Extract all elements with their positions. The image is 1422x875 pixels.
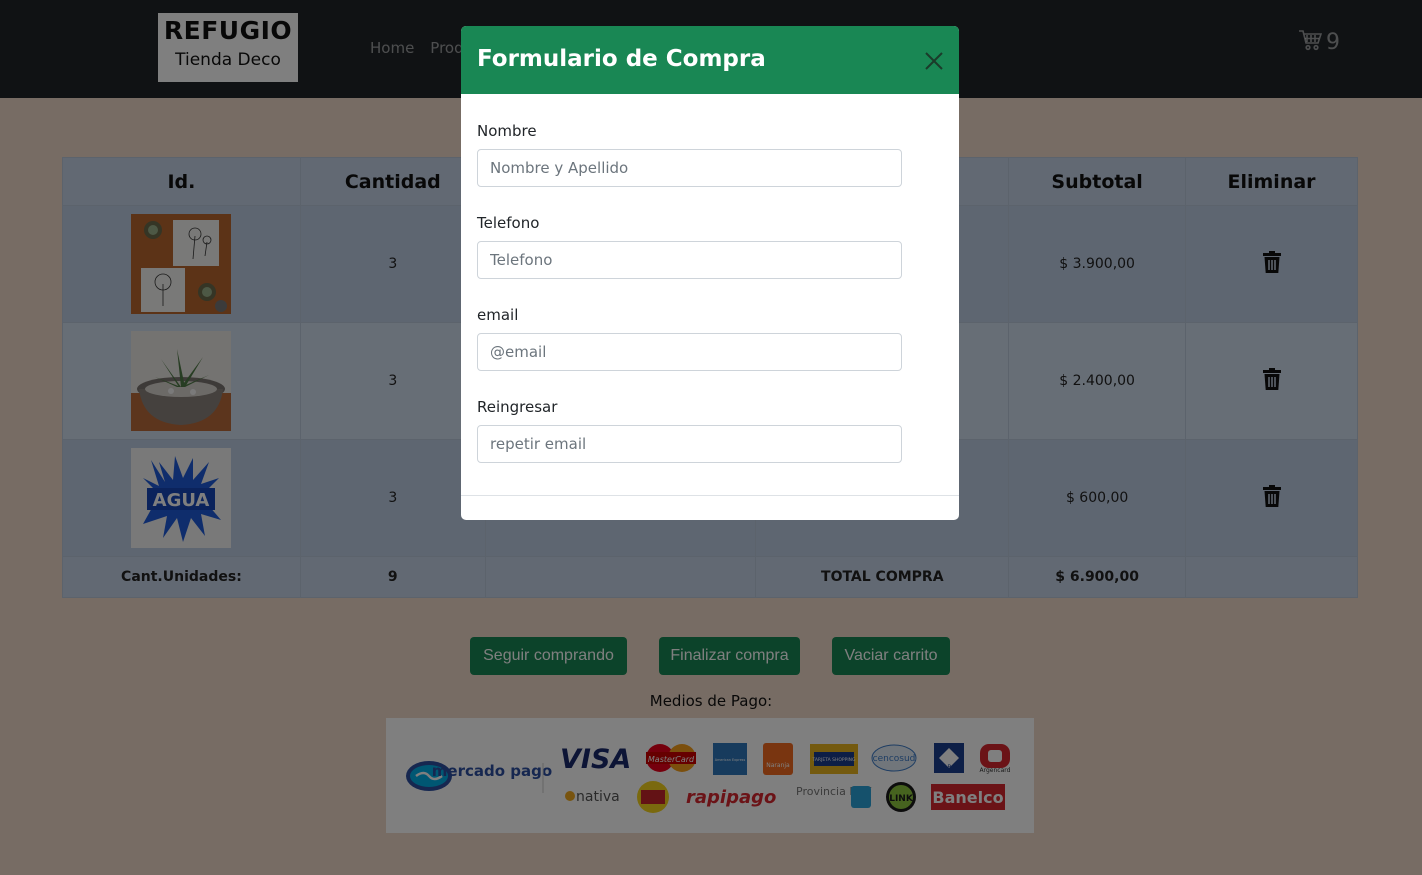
close-icon[interactable] [923,50,945,72]
modal-title: Formulario de Compra [477,46,766,72]
telefono-label: Telefono [477,214,540,232]
email-label: email [477,306,519,324]
repeat-email-input[interactable] [477,425,902,463]
modal-header: Formulario de Compra [461,26,959,94]
modal-footer-divider [461,495,959,496]
email-input[interactable] [477,333,902,371]
purchase-form-modal: Formulario de Compra Nombre Telefono ema… [461,26,959,520]
nombre-input[interactable] [477,149,902,187]
telefono-input[interactable] [477,241,902,279]
reingresar-label: Reingresar [477,398,558,416]
nombre-label: Nombre [477,122,537,140]
